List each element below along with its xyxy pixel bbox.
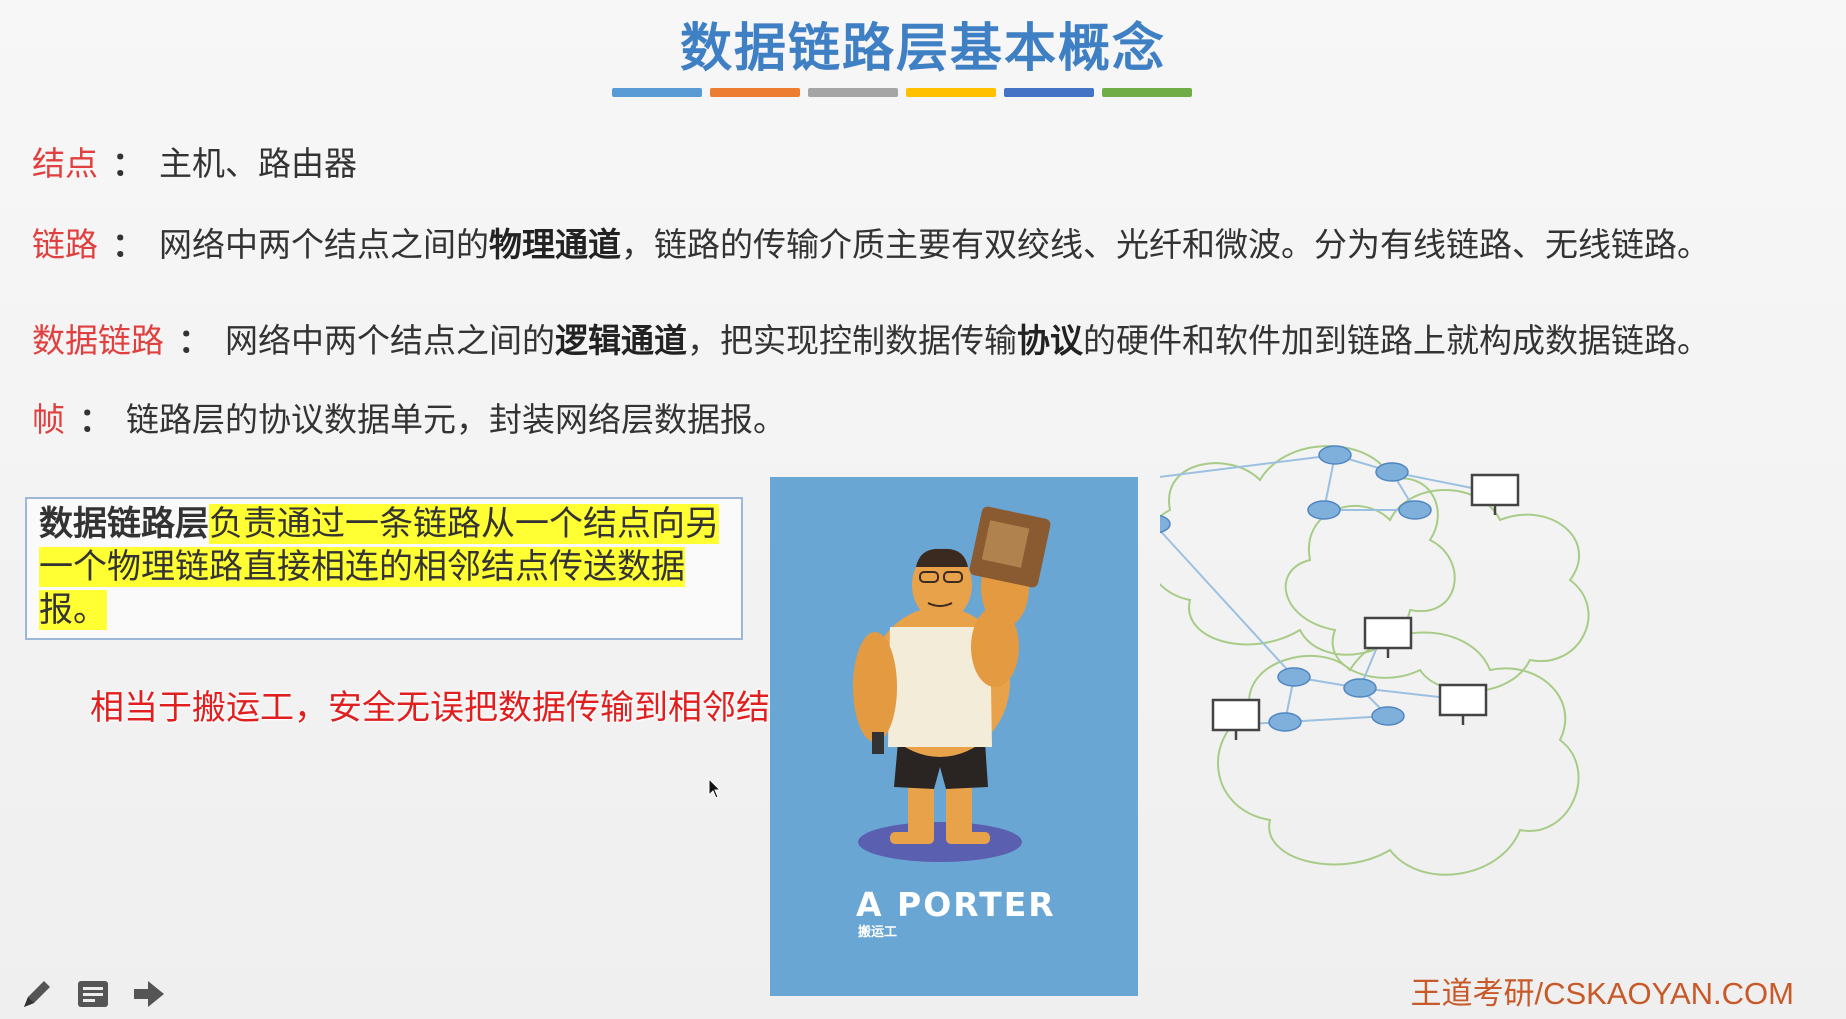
definition-term: 结点 xyxy=(32,144,98,183)
router-icon xyxy=(1343,678,1377,698)
router-icon xyxy=(1375,462,1409,482)
definition-text: ，链路的传输介质主要有双绞线、光纤和微波。分为有线链路、无线链路。 xyxy=(621,225,1710,264)
router-icon xyxy=(1371,706,1405,726)
porter-poster: A PORTER 搬运工 xyxy=(770,477,1138,996)
annotation-text: 相当于搬运工，安全无误把数据传输到相邻结点 xyxy=(90,688,804,728)
definition-text: 的硬件和软件加到链路上就构成数据链路。 xyxy=(1083,321,1710,360)
color-bar-segment xyxy=(710,88,800,97)
pen-icon[interactable] xyxy=(18,975,56,1013)
slide-title: 数据链路层基本概念 xyxy=(679,19,1166,79)
definition-colon: ： xyxy=(178,321,211,360)
definition-data-link: 数据链路 ： 网络中两个结点之间的逻辑通道，把实现控制数据传输协议的硬件和软件加到链… xyxy=(32,314,1710,362)
definition-colon: ： xyxy=(79,400,112,439)
network-diagram xyxy=(1160,445,1590,876)
router-icons xyxy=(1160,445,1432,732)
notes-icon[interactable] xyxy=(74,975,112,1013)
definition-text: 网络中两个结点之间的 xyxy=(159,225,489,264)
router-icon xyxy=(1277,667,1311,687)
definition-emphasis: 协议 xyxy=(1017,321,1083,360)
slide: 数据链路层基本概念 结点：主机、路由器 链路：网络中两个结点之间的物理通道，链路… xyxy=(0,0,1846,1019)
router-icon xyxy=(1268,712,1302,732)
router-icon xyxy=(1307,500,1341,520)
color-bar-segment xyxy=(1004,88,1094,97)
color-bar-segment xyxy=(906,88,996,97)
summary-box: 数据链路层负责通过一条链路从一个结点向另一个物理链路直接相连的相邻结点传送数据报… xyxy=(25,497,743,640)
watermark: 王道考研/CSKAOYAN.COM xyxy=(1410,976,1794,1011)
computer-icon xyxy=(1470,473,1520,507)
title-color-bar xyxy=(612,88,1192,97)
computer-icon xyxy=(1438,683,1488,717)
definition-term: 链路 xyxy=(32,225,98,264)
definition-colon: ： xyxy=(112,144,145,183)
definition-link: 链路 ： 网络中两个结点之间的物理通道，链路的传输介质主要有双绞线、光纤和微波。分为… xyxy=(32,218,1710,266)
definition-colon: ： xyxy=(112,225,145,264)
summary-term: 数据链路层 xyxy=(39,504,209,544)
color-bar-segment xyxy=(808,88,898,97)
arrow-right-icon[interactable] xyxy=(130,975,168,1013)
definition-term: 帧 xyxy=(32,400,65,439)
computer-icon xyxy=(1211,698,1261,732)
router-icon xyxy=(1318,445,1352,465)
router-icon xyxy=(1398,500,1432,520)
definition-emphasis: 物理通道 xyxy=(489,225,621,264)
definition-text: 主机、路由器 xyxy=(159,144,357,183)
definition-text: 网络中两个结点之间的 xyxy=(225,321,555,360)
definition-text: ，把实现控制数据传输 xyxy=(687,321,1017,360)
color-bar-segment xyxy=(612,88,702,97)
definition-node: 结点 ： 主机、路由器 xyxy=(32,137,357,185)
router-icon xyxy=(1160,514,1171,534)
mouse-cursor-icon xyxy=(708,777,722,804)
computer-icon xyxy=(1363,616,1413,650)
definition-emphasis: 逻辑通道 xyxy=(555,321,687,360)
summary-text: 数据链路层负责通过一条链路从一个结点向另一个物理链路直接相连的相邻结点传送数据报… xyxy=(39,503,729,632)
poster-title: A PORTER xyxy=(856,885,1056,924)
presentation-toolbar xyxy=(18,975,168,1013)
color-bar-segment xyxy=(1102,88,1192,97)
definition-term: 数据链路 xyxy=(32,321,164,360)
definition-frame: 帧 ： 链路层的协议数据单元，封装网络层数据报。 xyxy=(32,393,786,441)
poster-subtitle: 搬运工 xyxy=(858,925,898,940)
definition-text: 链路层的协议数据单元，封装网络层数据报。 xyxy=(126,400,786,439)
computer-icons xyxy=(1211,473,1520,740)
